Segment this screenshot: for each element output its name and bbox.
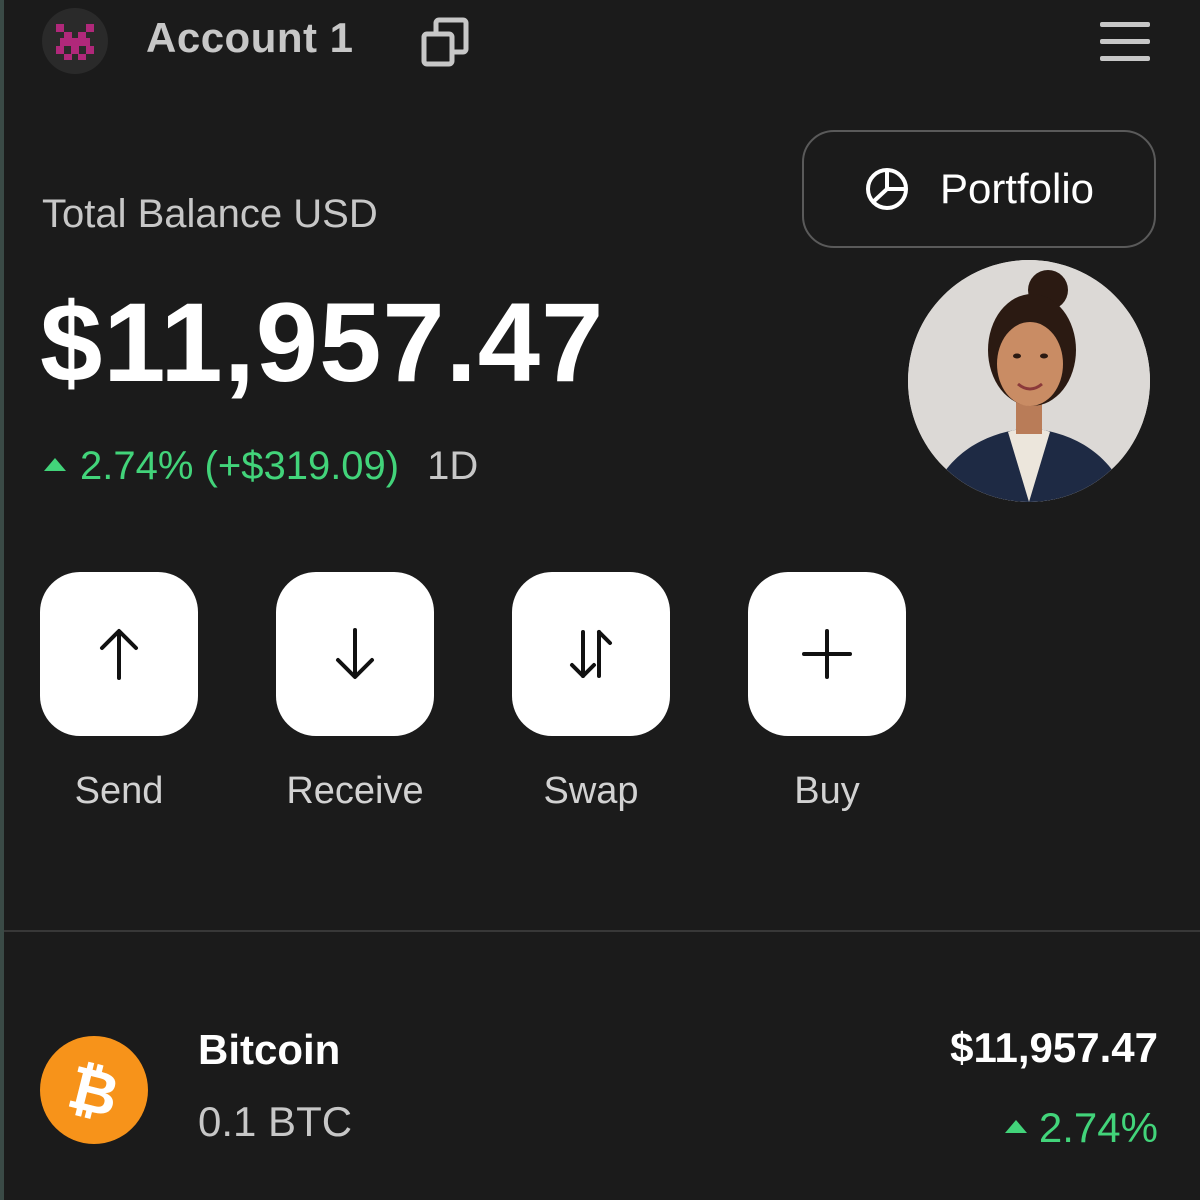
swap-label: Swap [543,770,639,812]
copy-icon[interactable] [416,14,474,72]
asset-value: $11,957.47 [950,1024,1158,1071]
buy-action: Buy [748,572,906,813]
balance-period: 1D [427,444,479,488]
asset-change-row: 2.74% [1004,1104,1158,1152]
swap-icon [570,630,612,678]
receive-label: Receive [286,770,424,812]
swap-action: Swap [512,572,670,813]
plus-icon [802,629,852,679]
wallet-screen: Account 1 Portfolio Total Balance USD $1… [4,0,1200,1200]
total-balance: $11,957.47 [40,280,605,405]
profile-photo [908,260,1150,502]
pie-chart-icon [865,168,908,210]
send-button[interactable] [40,572,198,736]
bitcoin-icon: ₿ [40,1036,148,1144]
receive-action: Receive [276,572,434,813]
account-avatar-icon[interactable] [42,8,108,74]
buy-label: Buy [794,770,860,812]
arrow-down-icon [336,628,374,679]
send-label: Send [74,770,164,812]
portfolio-button[interactable]: Portfolio [802,130,1156,248]
asset-name: Bitcoin [198,1026,341,1073]
asset-amount: 0.1 BTC [198,1098,353,1145]
swap-button[interactable] [512,572,670,736]
account-name[interactable]: Account 1 [146,14,354,62]
divider [4,930,1200,932]
send-action: Send [40,572,198,813]
hamburger-menu-icon[interactable] [1098,20,1152,64]
balance-change: 2.74% (+$319.09) [80,444,400,488]
arrow-up-icon [100,629,138,680]
asset-change: 2.74% [1038,1104,1158,1151]
buy-button[interactable] [748,572,906,736]
receive-button[interactable] [276,572,434,736]
balance-label: Total Balance USD [42,192,378,236]
balance-change-row: 2.74% (+$319.09) 1D [44,444,478,489]
triangle-up-icon [1004,1119,1027,1133]
svg-text:₿: ₿ [61,1052,125,1132]
portfolio-label: Portfolio [939,165,1095,212]
triangle-up-icon [44,458,66,471]
